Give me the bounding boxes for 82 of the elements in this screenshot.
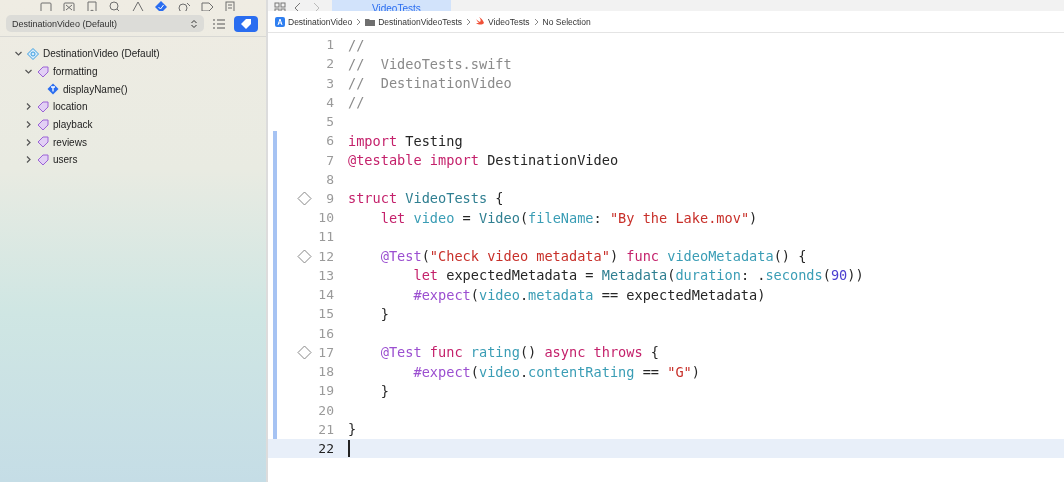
xbox-tab-icon[interactable] (62, 0, 76, 11)
disclosure-chevron-icon[interactable] (24, 137, 33, 147)
tree-item-label[interactable]: displayName() (63, 83, 128, 95)
line-number: 21 (317, 421, 334, 437)
breadcrumb-chevron-icon (533, 17, 539, 26)
code-line: } (379, 382, 389, 399)
code-line: // DestinationVideo (348, 75, 512, 92)
line-number: 18 (317, 364, 334, 380)
breadcrumb-chevron-icon (356, 17, 362, 26)
bookmark-tab-icon[interactable] (85, 0, 99, 11)
tag-icon (37, 100, 49, 113)
search-tab-icon[interactable] (108, 0, 122, 11)
code-line: import Testing (348, 132, 463, 149)
code-line: // (348, 94, 365, 111)
line-number: 20 (317, 402, 334, 418)
line-number: 12 (317, 248, 334, 264)
breadcrumb-item[interactable]: DestinationVideo (288, 16, 353, 27)
line-number: 13 (317, 267, 334, 283)
swift-bird-icon (475, 16, 486, 27)
code-line: let expectedMetadata = Metadata(duration: .seconds(90)) (412, 267, 864, 284)
code-line: struct VideoTests { (348, 190, 504, 207)
test-tab-icon[interactable] (154, 0, 168, 11)
line-number: 19 (317, 383, 334, 399)
grid-icon[interactable] (274, 2, 286, 11)
tree-item-label[interactable]: DestinationVideo (Default) (43, 48, 160, 60)
breadcrumb-item[interactable]: No Selection (542, 16, 591, 27)
line-number: 7 (325, 152, 334, 168)
line-number: 2 (325, 56, 334, 72)
code-line: } (348, 421, 357, 438)
tree-item-label[interactable]: location (53, 101, 88, 113)
line-number: 5 (325, 114, 334, 130)
disclosure-chevron-icon[interactable] (24, 67, 33, 77)
code-line: // (348, 36, 365, 53)
tag-filter-button[interactable] (234, 15, 258, 32)
disclosure-chevron-icon[interactable] (14, 49, 23, 59)
text-cursor (348, 440, 350, 458)
breadcrumb-item[interactable]: DestinationVideoTests (378, 16, 463, 27)
tag-icon (37, 153, 49, 166)
line-number: 8 (325, 171, 334, 187)
code-line: // VideoTests.swift (348, 55, 512, 72)
warning-tab-icon[interactable] (131, 0, 145, 11)
line-number: 22 (317, 441, 334, 457)
scheme-popup[interactable]: DestinationVideo (Default) (6, 15, 204, 32)
tree-item-label[interactable]: users (53, 154, 78, 166)
code-line: #expect(video.metadata == expectedMetadata) (412, 286, 766, 303)
line-number: 6 (325, 133, 334, 149)
code-line: #expect(video.contentRating == "G") (412, 363, 700, 380)
disclosure-chevron-icon[interactable] (24, 120, 33, 130)
breadcrumb-item[interactable]: VideoTests (488, 16, 530, 27)
app-icon (275, 16, 285, 27)
code-line: } (379, 305, 389, 322)
code-line: let video = Video(fileName: "By the Lake.mov") (379, 209, 758, 226)
list-icon[interactable] (212, 17, 226, 30)
stepper-chevron-icon (190, 18, 198, 29)
code-line: @testable import DestinationVideo (348, 152, 619, 168)
tag-icon (37, 118, 49, 131)
tree-item-label[interactable]: formatting (53, 66, 98, 78)
line-number: 17 (317, 344, 334, 360)
folder-icon (365, 16, 376, 27)
tag-icon (37, 65, 49, 78)
debug-tab-icon[interactable] (177, 0, 191, 11)
tag-icon (37, 136, 49, 149)
line-number: 10 (317, 210, 334, 226)
line-number: 4 (325, 94, 334, 110)
line-number: 9 (325, 191, 334, 206)
breadcrumb-chevron-icon (466, 17, 472, 26)
tree-item-label[interactable]: playback (53, 119, 93, 131)
tag-tab-icon[interactable] (200, 0, 214, 11)
disclosure-chevron-icon[interactable] (24, 102, 33, 112)
project-diamond-icon (27, 47, 39, 60)
tag-icon (240, 17, 252, 30)
disclosure-chevron-icon[interactable] (24, 155, 33, 165)
code-line: @Test("Check video metadata") func videoMetadata() { (379, 248, 807, 265)
line-number: 11 (317, 229, 334, 245)
tree-item-label[interactable]: reviews (53, 136, 87, 148)
code-line: @Test func rating() async throws { (379, 344, 660, 361)
line-number: 15 (317, 306, 334, 322)
line-number: 14 (317, 287, 334, 303)
line-number: 1 (325, 37, 334, 53)
line-number: 16 (317, 325, 334, 341)
line-number: 3 (325, 75, 334, 91)
test-diamond-icon (47, 83, 59, 96)
